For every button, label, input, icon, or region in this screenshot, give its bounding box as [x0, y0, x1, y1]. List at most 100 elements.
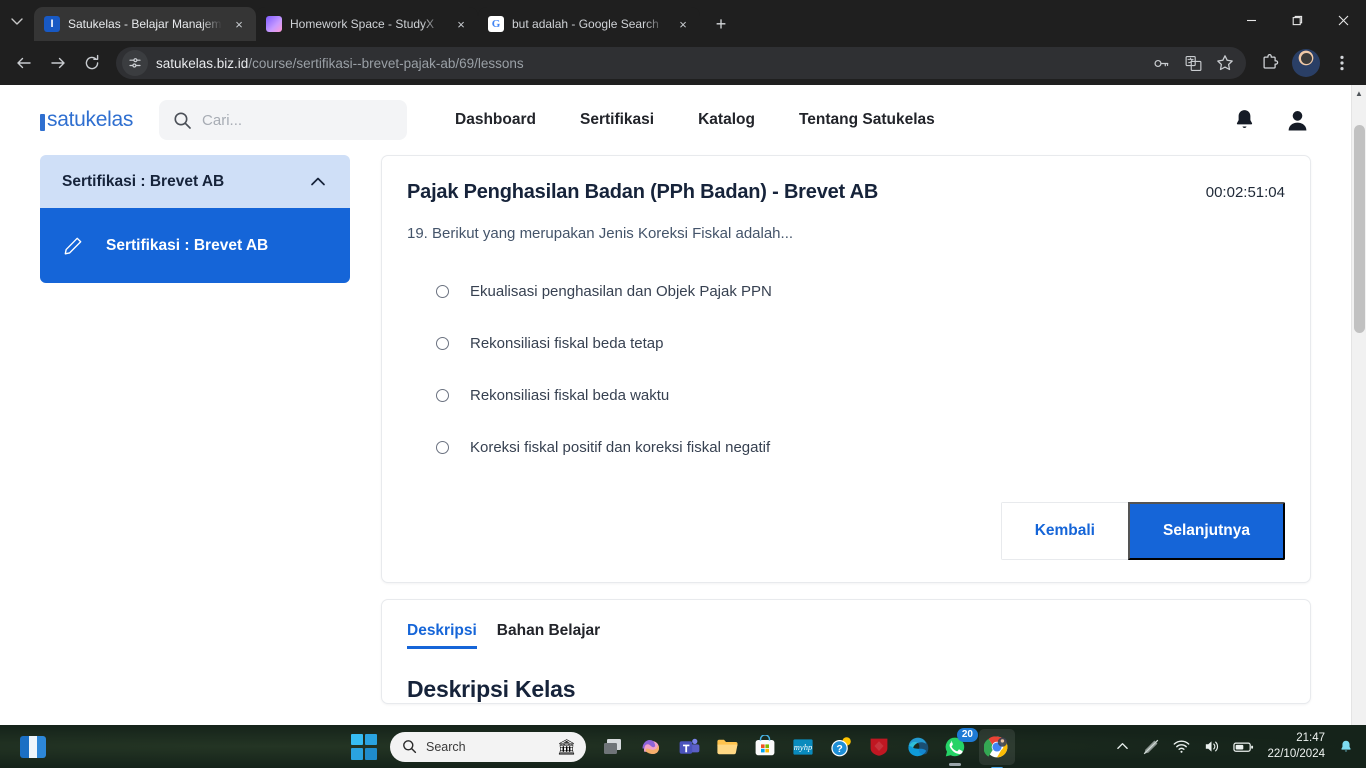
back-button[interactable]: Kembali [1000, 502, 1128, 560]
no-pen-icon[interactable] [1142, 738, 1160, 756]
nav-item-katalog[interactable]: Katalog [698, 111, 755, 129]
reload-icon[interactable] [76, 47, 108, 79]
new-tab-button[interactable]: + [706, 9, 736, 39]
user-account-icon[interactable] [1284, 107, 1311, 134]
copilot-icon[interactable] [637, 733, 665, 761]
whatsapp-icon[interactable]: 20 [941, 727, 978, 766]
quiz-option-label: Ekualisasi penghasilan dan Objek Pajak P… [470, 282, 772, 300]
browser-toolbar: satukelas.biz.id/course/sertifikasi--bre… [0, 41, 1366, 85]
logo-mark-icon [40, 113, 45, 131]
quiz-header: Pajak Penghasilan Badan (PPh Badan) - Br… [407, 180, 1285, 205]
site-settings-icon[interactable] [122, 50, 148, 76]
mcafee-icon[interactable] [865, 733, 893, 761]
browser-tab-strip: I Satukelas - Belajar Manajemen × Homewo… [0, 0, 1366, 41]
translate-icon[interactable] [1182, 52, 1204, 74]
logo-text: satukelas [47, 108, 134, 131]
browser-tab[interactable]: I Satukelas - Belajar Manajemen × [34, 7, 256, 41]
svg-text:myhp: myhp [794, 742, 812, 752]
radio-button[interactable] [436, 388, 449, 402]
quiz-button-group: Kembali Selanjutnya [1000, 502, 1285, 560]
quiz-question: 19. Berikut yang merupakan Jenis Koreksi… [407, 225, 794, 242]
chevron-up-icon[interactable] [308, 172, 328, 192]
microsoft-store-icon[interactable] [751, 733, 779, 761]
sidebar-accordion-title: Sertifikasi : Brevet AB [62, 172, 225, 190]
back-icon[interactable] [8, 47, 40, 79]
address-bar[interactable]: satukelas.biz.id/course/sertifikasi--bre… [116, 47, 1246, 79]
battery-icon[interactable] [1233, 740, 1254, 754]
taskbar-clock[interactable]: 21:47 22/10/2024 [1267, 731, 1325, 762]
show-hidden-icons-icon[interactable] [1116, 740, 1129, 753]
file-explorer-icon[interactable] [713, 733, 741, 761]
bookmark-star-icon[interactable] [1214, 52, 1236, 74]
quiz-actions: Kembali Selanjutnya [407, 502, 1285, 560]
close-icon[interactable]: × [230, 15, 248, 33]
quiz-option[interactable]: Rekonsiliasi fiskal beda tetap [407, 317, 1285, 369]
sidebar-accordion-header[interactable]: Sertifikasi : Brevet AB [40, 155, 350, 208]
chrome-menu-icon[interactable] [1326, 47, 1358, 79]
task-view-icon[interactable] [599, 733, 627, 761]
close-icon[interactable]: × [674, 15, 692, 33]
profile-avatar[interactable] [1292, 49, 1320, 77]
radio-button[interactable] [436, 336, 449, 350]
widgets-icon[interactable] [20, 735, 46, 758]
notification-bell-icon[interactable] [1231, 107, 1258, 134]
close-icon[interactable]: × [452, 15, 470, 33]
chrome-icon[interactable] [979, 728, 1015, 768]
forward-icon[interactable] [42, 47, 74, 79]
chrome-browser-window: I Satukelas - Belajar Manajemen × Homewo… [0, 0, 1366, 725]
site-search[interactable] [159, 100, 408, 140]
taskbar-search[interactable]: Search 🏛 [390, 731, 586, 762]
main-navigation: Dashboard Sertifikasi Katalog Tentang Sa… [455, 111, 935, 129]
taskbar-search-placeholder: Search [426, 739, 466, 754]
scroll-up-icon[interactable]: ▲ [1352, 85, 1366, 101]
url-domain: satukelas.biz.id [156, 55, 249, 71]
minimize-button[interactable] [1228, 0, 1274, 41]
site-logo[interactable]: satukelas [40, 108, 133, 132]
nav-item-sertifikasi[interactable]: Sertifikasi [580, 111, 654, 129]
tab-deskripsi[interactable]: Deskripsi [407, 622, 477, 649]
nav-item-dashboard[interactable]: Dashboard [455, 111, 536, 129]
course-sidebar: Sertifikasi : Brevet AB Sertifikasi : Br… [40, 155, 350, 283]
extensions-icon[interactable] [1254, 47, 1286, 79]
quiz-option-label: Rekonsiliasi fiskal beda waktu [470, 386, 670, 404]
address-bar-url: satukelas.biz.id/course/sertifikasi--bre… [156, 56, 524, 71]
header-actions [1231, 107, 1311, 134]
studyx-icon [266, 16, 282, 32]
quiz-timer: 00:02:51:04 [1205, 184, 1285, 201]
radio-button[interactable] [436, 284, 449, 298]
myhp-icon[interactable]: myhp [789, 733, 817, 761]
page-scrollbar[interactable]: ▲ [1351, 85, 1366, 725]
tab-search-icon[interactable] [0, 0, 34, 41]
edge-icon[interactable] [903, 733, 931, 761]
quiz-option[interactable]: Koreksi fiskal positif dan koreksi fiska… [407, 421, 1285, 473]
app-running-indicator [949, 762, 961, 766]
browser-tab[interactable]: G but adalah - Google Search × [478, 7, 700, 41]
quiz-option[interactable]: Ekualisasi penghasilan dan Objek Pajak P… [407, 265, 1285, 317]
window-controls [1228, 0, 1366, 41]
help-icon[interactable]: ? [827, 733, 855, 761]
radio-button[interactable] [436, 440, 449, 454]
search-input[interactable] [202, 111, 394, 129]
scrollbar-thumb[interactable] [1354, 125, 1365, 333]
volume-icon[interactable] [1203, 738, 1220, 755]
notification-bell-icon[interactable] [1338, 739, 1354, 755]
maximize-button[interactable] [1274, 0, 1320, 41]
page-content: Sertifikasi : Brevet AB Sertifikasi : Br… [0, 155, 1351, 704]
close-button[interactable] [1320, 0, 1366, 41]
browser-tab[interactable]: Homework Space - StudyX × [256, 7, 478, 41]
password-key-icon[interactable] [1150, 52, 1172, 74]
wifi-icon[interactable] [1173, 738, 1190, 755]
tab-bahan-belajar[interactable]: Bahan Belajar [497, 622, 600, 649]
sidebar-item-sertifikasi-brevet-ab[interactable]: Sertifikasi : Brevet AB [40, 208, 350, 283]
pencil-icon [62, 235, 84, 257]
browser-tab-title: but adalah - Google Search [512, 17, 659, 31]
whatsapp-badge: 20 [956, 727, 978, 742]
next-button[interactable]: Selanjutnya [1128, 502, 1285, 560]
nav-item-tentang-satukelas[interactable]: Tentang Satukelas [799, 111, 935, 129]
start-button-icon[interactable] [351, 733, 377, 760]
site-header: satukelas Dashboard Sertifikasi Katalog … [0, 85, 1351, 155]
quiz-option[interactable]: Rekonsiliasi fiskal beda waktu [407, 369, 1285, 421]
teams-icon[interactable] [675, 733, 703, 761]
taskbar-apps: myhp ? 20 [599, 727, 1015, 768]
description-heading: Deskripsi Kelas [407, 676, 576, 702]
